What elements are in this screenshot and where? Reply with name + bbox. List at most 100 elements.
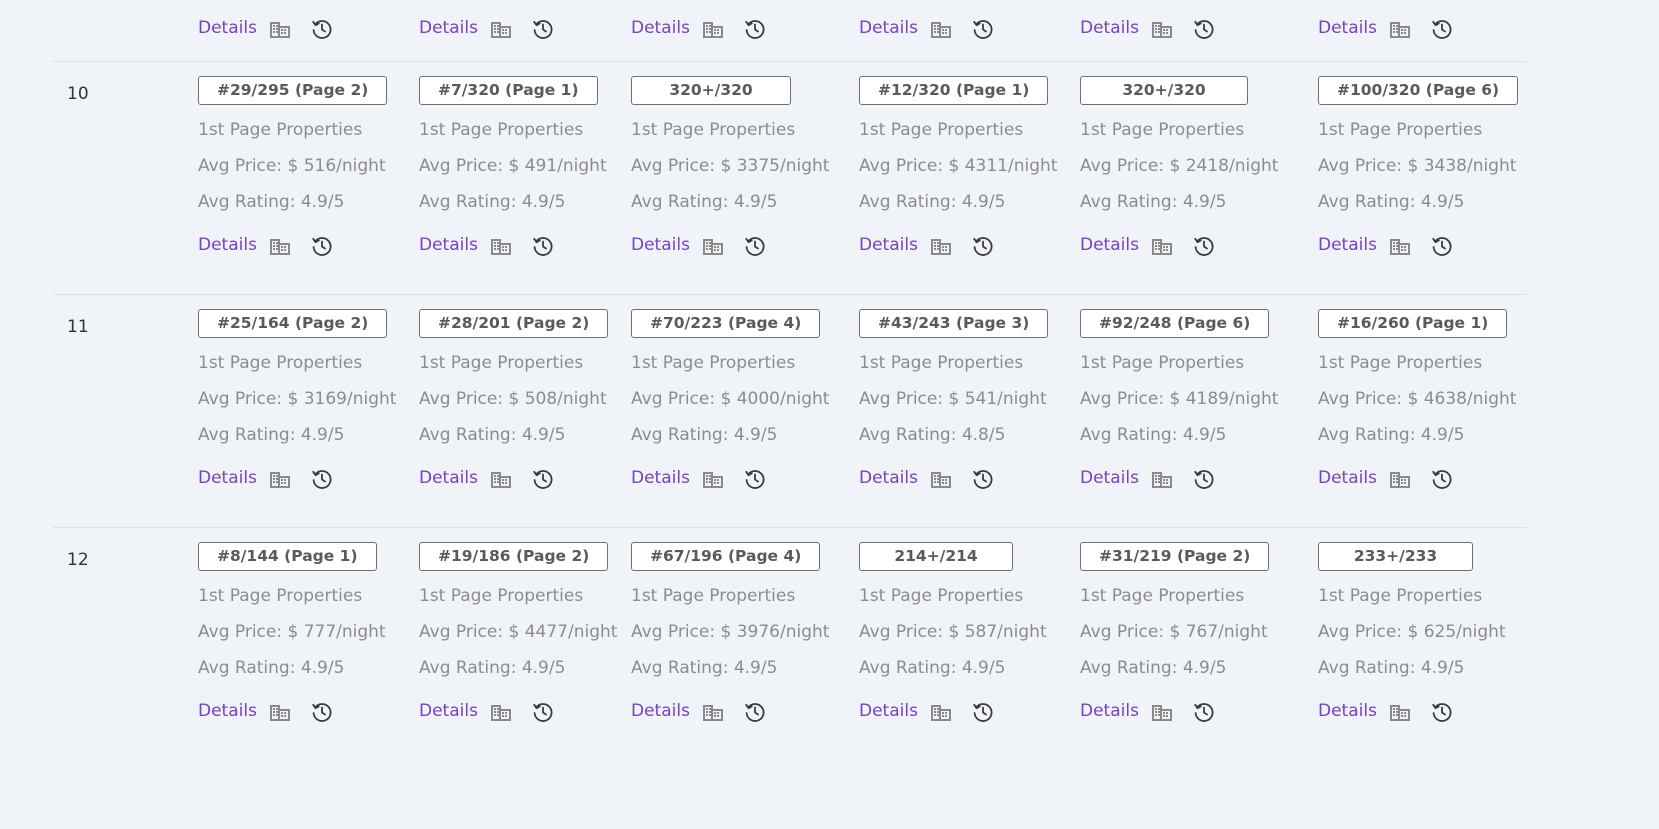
history-clock-icon[interactable] — [971, 467, 995, 491]
building-icon[interactable] — [1150, 700, 1174, 724]
building-icon[interactable] — [489, 467, 513, 491]
details-link[interactable]: Details — [859, 701, 918, 721]
details-link[interactable]: Details — [859, 468, 918, 488]
building-icon[interactable] — [268, 467, 292, 491]
avg-price: Avg Price: $ 3976/night — [631, 622, 830, 642]
first-page-label: 1st Page Properties — [419, 586, 584, 606]
details-link[interactable]: Details — [419, 701, 478, 721]
first-page-label: 1st Page Properties — [631, 120, 796, 140]
rank-badge: #43/243 (Page 3) — [859, 309, 1049, 338]
history-clock-icon[interactable] — [1192, 234, 1216, 258]
details-link[interactable]: Details — [631, 235, 690, 255]
building-icon[interactable] — [1388, 700, 1412, 724]
rank-cell: #92/248 (Page 6) 1st Page Properties Avg P… — [1080, 295, 1290, 528]
history-clock-icon[interactable] — [310, 17, 334, 41]
avg-price: Avg Price: $ 4638/night — [1318, 389, 1517, 409]
history-clock-icon[interactable] — [1192, 467, 1216, 491]
details-link[interactable]: Details — [1080, 18, 1139, 38]
details-link[interactable]: Details — [419, 468, 478, 488]
details-link[interactable]: Details — [1318, 235, 1377, 255]
details-link[interactable]: Details — [631, 701, 690, 721]
building-icon[interactable] — [1150, 234, 1174, 258]
avg-rating: Avg Rating: 4.9/5 — [419, 658, 566, 678]
history-clock-icon[interactable] — [531, 234, 555, 258]
building-icon[interactable] — [701, 467, 725, 491]
details-link[interactable]: Details — [631, 468, 690, 488]
building-icon[interactable] — [489, 17, 513, 41]
details-link[interactable]: Details — [1080, 468, 1139, 488]
history-clock-icon[interactable] — [310, 700, 334, 724]
building-icon[interactable] — [268, 234, 292, 258]
rank-badge: #100/320 (Page 6) — [1318, 76, 1519, 105]
details-link[interactable]: Details — [1080, 701, 1139, 721]
building-icon[interactable] — [489, 700, 513, 724]
details-link[interactable]: Details — [859, 18, 918, 38]
avg-price: Avg Price: $ 2418/night — [1080, 156, 1279, 176]
building-icon[interactable] — [1388, 17, 1412, 41]
history-clock-icon[interactable] — [531, 700, 555, 724]
building-icon[interactable] — [701, 700, 725, 724]
building-icon[interactable] — [929, 467, 953, 491]
avg-rating: Avg Rating: 4.9/5 — [1318, 192, 1465, 212]
building-icon[interactable] — [1150, 467, 1174, 491]
history-clock-icon[interactable] — [1430, 17, 1454, 41]
building-icon[interactable] — [929, 234, 953, 258]
building-icon[interactable] — [701, 234, 725, 258]
building-icon[interactable] — [701, 17, 725, 41]
details-link[interactable]: Details — [198, 468, 257, 488]
building-icon[interactable] — [929, 700, 953, 724]
history-clock-icon[interactable] — [743, 700, 767, 724]
history-clock-icon[interactable] — [1430, 234, 1454, 258]
building-icon[interactable] — [1388, 467, 1412, 491]
cell-actions: Details — [1080, 234, 1220, 258]
history-clock-icon[interactable] — [743, 17, 767, 41]
rank-badge: #12/320 (Page 1) — [859, 76, 1049, 105]
cell-actions: Details — [859, 17, 999, 41]
details-link[interactable]: Details — [419, 235, 478, 255]
history-clock-icon[interactable] — [1192, 17, 1216, 41]
building-icon[interactable] — [1150, 17, 1174, 41]
history-clock-icon[interactable] — [1192, 700, 1216, 724]
history-clock-icon[interactable] — [971, 234, 995, 258]
building-icon[interactable] — [268, 700, 292, 724]
cell-actions: Details — [198, 234, 338, 258]
first-page-label: 1st Page Properties — [859, 353, 1024, 373]
cell-actions: Details — [198, 467, 338, 491]
details-link[interactable]: Details — [1080, 235, 1139, 255]
cell-actions: Details — [859, 467, 999, 491]
cell-actions: Details — [1080, 467, 1220, 491]
details-link[interactable]: Details — [198, 18, 257, 38]
history-clock-icon[interactable] — [743, 467, 767, 491]
avg-rating: Avg Rating: 4.9/5 — [198, 192, 345, 212]
history-clock-icon[interactable] — [310, 467, 334, 491]
history-clock-icon[interactable] — [971, 700, 995, 724]
details-link[interactable]: Details — [1318, 468, 1377, 488]
history-clock-icon[interactable] — [1430, 467, 1454, 491]
building-icon[interactable] — [929, 17, 953, 41]
details-link[interactable]: Details — [198, 235, 257, 255]
rank-cell: #67/196 (Page 4) 1st Page Properties Avg P… — [631, 528, 841, 761]
rank-cell: 214+/214 1st Page Properties Avg Price: $ … — [859, 528, 1069, 761]
details-link[interactable]: Details — [419, 18, 478, 38]
details-link[interactable]: Details — [631, 18, 690, 38]
building-icon[interactable] — [268, 17, 292, 41]
rank-badge: #67/196 (Page 4) — [631, 542, 821, 571]
cell-actions: Details — [631, 467, 771, 491]
details-link[interactable]: Details — [859, 235, 918, 255]
cell-actions: Details — [1318, 467, 1458, 491]
building-icon[interactable] — [1388, 234, 1412, 258]
details-link[interactable]: Details — [198, 701, 257, 721]
table-row: 12 #8/144 (Page 1) 1st Page Properties Avg … — [53, 527, 1526, 761]
history-clock-icon[interactable] — [971, 17, 995, 41]
history-clock-icon[interactable] — [743, 234, 767, 258]
history-clock-icon[interactable] — [310, 234, 334, 258]
history-clock-icon[interactable] — [531, 17, 555, 41]
history-clock-icon[interactable] — [531, 467, 555, 491]
cell-actions: Details — [1318, 17, 1458, 41]
rank-cell: #29/295 (Page 2) 1st Page Properties Avg P… — [198, 62, 408, 295]
details-link[interactable]: Details — [1318, 701, 1377, 721]
building-icon[interactable] — [489, 234, 513, 258]
details-link[interactable]: Details — [1318, 18, 1377, 38]
history-clock-icon[interactable] — [1430, 700, 1454, 724]
avg-price: Avg Price: $ 625/night — [1318, 622, 1506, 642]
